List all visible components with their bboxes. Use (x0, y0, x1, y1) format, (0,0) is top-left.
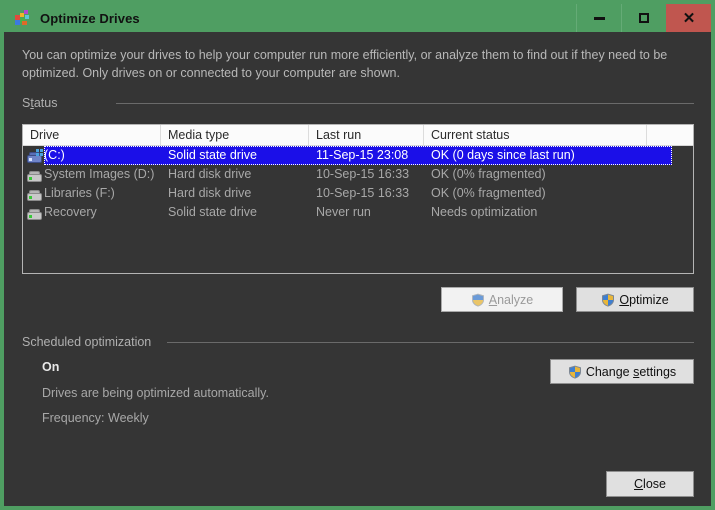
table-row[interactable]: System Images (D:) Hard disk drive 10-Se… (23, 165, 693, 184)
optimize-drives-window: Optimize Drives ✕ You can optimize your … (0, 0, 715, 510)
uac-shield-icon (568, 365, 582, 379)
client-area: You can optimize your drives to help you… (4, 32, 711, 506)
cell-current-status: OK (0% fragmented) (431, 186, 546, 200)
cell-media-type: Solid state drive (168, 205, 257, 219)
cell-current-status: OK (0% fragmented) (431, 167, 546, 181)
change-settings-button[interactable]: Change settings (550, 359, 694, 384)
minimize-icon (593, 16, 605, 20)
table-row[interactable]: Libraries (F:) Hard disk drive 10-Sep-15… (23, 184, 693, 203)
column-header-current-status[interactable]: Current status (424, 125, 647, 145)
scheduled-group-label: Scheduled optimization (22, 335, 152, 349)
close-button[interactable]: Close (606, 471, 694, 497)
cell-last-run: Never run (316, 205, 371, 219)
optimize-button[interactable]: Optimize (576, 287, 694, 312)
column-header-drive[interactable]: Drive (23, 125, 161, 145)
drives-list[interactable]: Drive Media type Last run Current status (22, 124, 694, 274)
title-bar[interactable]: Optimize Drives ✕ (4, 4, 711, 32)
maximize-button[interactable] (621, 4, 666, 32)
cell-last-run: 10-Sep-15 16:33 (316, 186, 410, 200)
column-header-last-run[interactable]: Last run (309, 125, 424, 145)
minimize-button[interactable] (576, 4, 621, 32)
close-icon: ✕ (682, 9, 696, 27)
uac-shield-icon (471, 293, 485, 307)
cell-drive: Libraries (F:) (23, 184, 161, 203)
column-header-media-type[interactable]: Media type (161, 125, 309, 145)
analyze-button[interactable]: Analyze (441, 287, 563, 312)
cell-current-status: Needs optimization (431, 205, 538, 219)
cell-drive: (C:) (23, 146, 161, 165)
cell-last-run: 11-Sep-15 23:08 (316, 148, 409, 162)
maximize-icon (639, 13, 649, 23)
cell-media-type: Solid state drive (168, 148, 257, 162)
drive-name: (C:) (44, 148, 65, 162)
cell-current-status: OK (0 days since last run) (431, 148, 575, 162)
optimize-button-label: Optimize (619, 292, 669, 307)
hard-drive-icon (26, 206, 43, 220)
cell-drive: Recovery (23, 203, 161, 222)
description-text: You can optimize your drives to help you… (22, 48, 668, 80)
cell-media-type: Hard disk drive (168, 186, 252, 200)
table-row[interactable]: Recovery Solid state drive Never run Nee… (23, 203, 693, 222)
status-group-rule (116, 103, 694, 104)
system-drive-icon (26, 148, 43, 163)
drives-list-header: Drive Media type Last run Current status (23, 125, 693, 146)
analyze-button-label: Analyze (488, 292, 534, 307)
table-row[interactable]: (C:) Solid state drive 11-Sep-15 23:08 O… (23, 146, 693, 165)
cell-drive: System Images (D:) (23, 165, 161, 184)
uac-shield-icon (601, 293, 615, 307)
hard-drive-icon (26, 187, 43, 201)
drive-name: System Images (D:) (44, 167, 155, 181)
window-title: Optimize Drives (40, 10, 140, 26)
drive-name: Libraries (F:) (44, 186, 115, 200)
defrag-icon (14, 9, 32, 27)
caption-button-group: ✕ (576, 4, 711, 32)
cell-last-run: 10-Sep-15 16:33 (316, 167, 410, 181)
close-window-button[interactable]: ✕ (666, 4, 711, 32)
hard-drive-icon (26, 168, 43, 182)
drives-list-body: (C:) Solid state drive 11-Sep-15 23:08 O… (23, 146, 693, 222)
schedule-frequency: Frequency: Weekly (42, 411, 149, 425)
status-group-label: Status (22, 96, 58, 110)
drive-name: Recovery (44, 205, 97, 219)
scheduled-group-rule (167, 342, 694, 343)
cell-media-type: Hard disk drive (168, 167, 252, 181)
change-settings-button-label: Change settings (585, 364, 677, 379)
schedule-detail: Drives are being optimized automatically… (42, 386, 269, 400)
column-header-filler[interactable] (647, 125, 693, 145)
close-button-label: Close (634, 477, 666, 491)
schedule-state: On (42, 360, 60, 374)
